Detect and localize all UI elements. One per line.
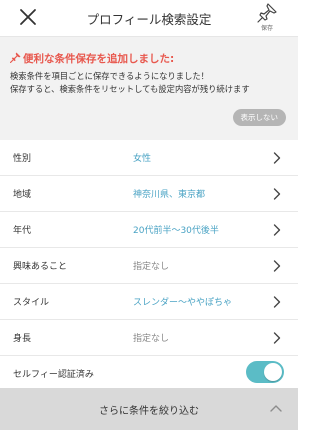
filter-row-gender[interactable]: 性別 女性 [0,140,298,176]
notice-title-text: 便利な条件保存を追加しました: [23,53,175,65]
page-title: プロフィール検索設定 [86,12,212,27]
notice-line-1: 検索条件を項目ごとに保存できるようになりました！ [10,71,209,81]
close-button[interactable] [16,6,40,30]
chevron-right-icon [273,188,281,200]
save-button[interactable]: 保存 [254,2,280,34]
filter-label: 性別 [13,154,32,164]
selfie-verified-toggle[interactable] [246,361,284,383]
filter-label: 年代 [13,226,32,236]
filter-list: 性別 女性 地域 神奈川県、東京都 年代 20代前半〜30代後半 興味あること … [0,140,298,392]
filter-value: 神奈川県、東京都 [133,190,206,200]
close-icon [20,9,36,25]
chevron-right-icon [273,332,281,344]
selfie-label: セルフィー認証済み [13,370,94,380]
filter-label: 身長 [13,334,32,344]
chevron-right-icon [273,152,281,164]
filter-row-age[interactable]: 年代 20代前半〜30代後半 [0,212,298,248]
notice-line-2: 保存すると、検索条件をリセットしても設定内容が残り続けます [10,84,250,94]
filter-value: スレンダー〜ややぽちゃ [133,298,233,308]
toggle-knob [264,363,282,381]
save-label: 保存 [260,25,273,32]
filter-value: 指定なし [133,334,170,344]
filter-row-selfie: セルフィー認証済み [0,356,298,392]
chevron-right-icon [273,296,281,308]
more-filters-label: さらに条件を絞り込む [99,406,199,417]
filter-value: 20代前半〜30代後半 [133,226,219,236]
notice-panel: 便利な条件保存を追加しました: 検索条件を項目ごとに保存できるようになりました！… [0,37,298,140]
header-bar: プロフィール検索設定 保存 [0,0,298,37]
filter-row-region[interactable]: 地域 神奈川県、東京都 [0,176,298,212]
filter-value: 女性 [133,154,152,164]
filter-row-interests[interactable]: 興味あること 指定なし [0,248,298,284]
notice-title: 便利な条件保存を追加しました: [10,51,174,66]
hide-notice-button[interactable]: 表示しない [232,109,286,126]
filter-label: 地域 [13,190,32,200]
chevron-up-icon [270,405,282,412]
chevron-right-icon [273,260,281,272]
red-pin-icon [10,52,21,63]
filter-label: 興味あること [13,262,68,272]
filter-row-style[interactable]: スタイル スレンダー〜ややぽちゃ [0,284,298,320]
notice-body: 検索条件を項目ごとに保存できるようになりました！ 保存すると、検索条件をリセット… [10,70,292,96]
filter-row-height[interactable]: 身長 指定なし [0,320,298,356]
filter-label: スタイル [13,298,50,308]
filter-value: 指定なし [133,262,170,272]
more-filters-button[interactable]: さらに条件を絞り込む [0,388,298,430]
chevron-right-icon [273,224,281,236]
pin-icon [257,3,277,23]
